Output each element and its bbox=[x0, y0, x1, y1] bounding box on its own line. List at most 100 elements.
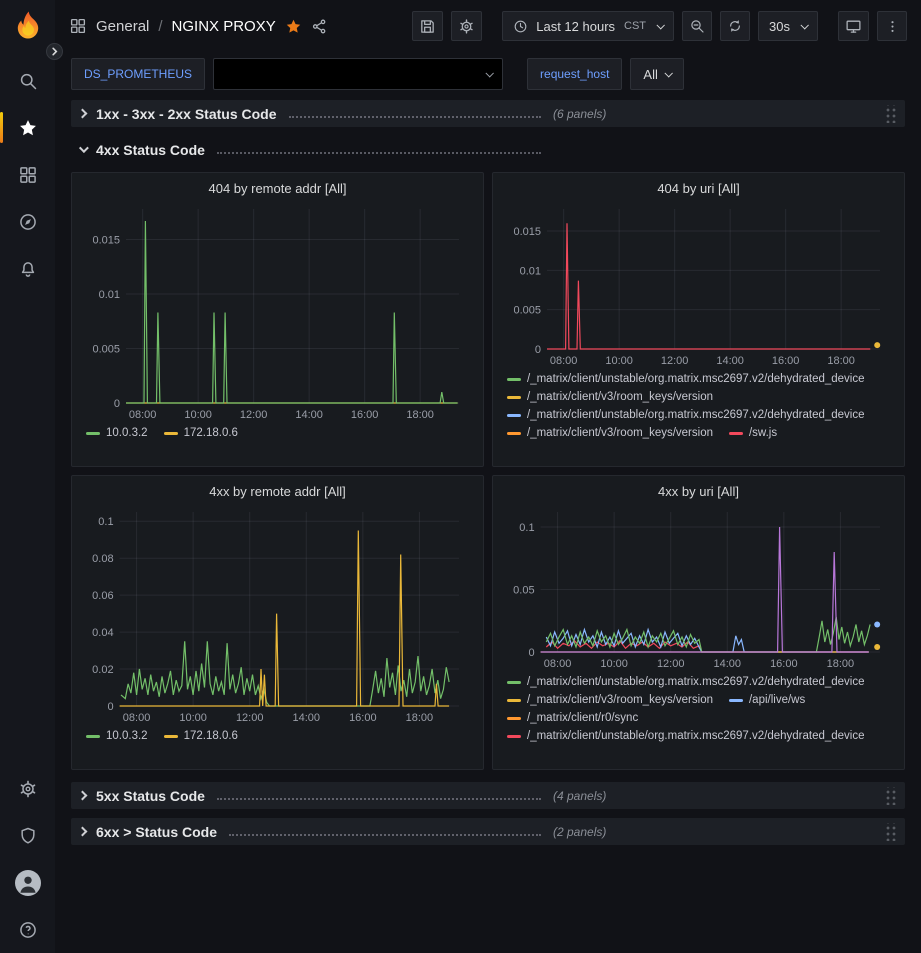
breadcrumb: General / NGINX PROXY bbox=[69, 17, 328, 35]
chevron-down-icon bbox=[656, 21, 664, 29]
dashboard-content: 1xx - 3xx - 2xx Status Code (6 panels) 4… bbox=[55, 96, 921, 845]
sidebar-item-starred[interactable] bbox=[0, 104, 55, 151]
sidebar-item-profile[interactable] bbox=[0, 859, 55, 906]
chart-4xx-by-remote-addr[interactable]: 00.020.040.060.080.108:0010:0012:0014:00… bbox=[82, 504, 473, 726]
legend-item[interactable]: /_matrix/client/v3/room_keys/version bbox=[507, 694, 713, 706]
legend-item[interactable]: /_matrix/client/unstable/org.matrix.msc2… bbox=[507, 373, 865, 385]
monitor-icon bbox=[845, 18, 862, 35]
svg-text:12:00: 12:00 bbox=[236, 712, 264, 724]
grafana-logo-icon[interactable] bbox=[11, 9, 45, 43]
row-panel-count: (4 panels) bbox=[553, 789, 606, 803]
chart-legend: /_matrix/client/unstable/org.matrix.msc2… bbox=[503, 369, 894, 439]
share-icon[interactable] bbox=[311, 18, 328, 35]
chart-svg: 00.0050.010.01508:0010:0012:0014:0016:00… bbox=[82, 201, 473, 423]
legend-label: /sw.js bbox=[749, 427, 777, 439]
row-5xx-status-code[interactable]: 5xx Status Code (4 panels) bbox=[71, 782, 905, 809]
favorite-star-icon[interactable] bbox=[285, 18, 302, 35]
row-drag-handle-icon[interactable] bbox=[884, 105, 897, 123]
sidebar-item-configuration[interactable] bbox=[0, 765, 55, 812]
svg-text:08:00: 08:00 bbox=[123, 712, 151, 724]
svg-text:16:00: 16:00 bbox=[770, 658, 798, 670]
chart-legend: 10.0.3.2 172.18.0.6 bbox=[82, 726, 473, 742]
panel-title[interactable]: 4xx by uri [All] bbox=[503, 480, 894, 504]
sidebar-item-search[interactable] bbox=[0, 57, 55, 104]
legend-item[interactable]: /sw.js bbox=[729, 427, 777, 439]
legend-item[interactable]: /_matrix/client/unstable/org.matrix.msc2… bbox=[507, 676, 865, 688]
svg-text:0.02: 0.02 bbox=[92, 664, 113, 676]
legend-item[interactable]: 172.18.0.6 bbox=[164, 730, 238, 742]
request-host-label[interactable]: request_host bbox=[527, 58, 622, 90]
sidebar-item-help[interactable] bbox=[0, 906, 55, 953]
sidebar-item-alerting[interactable] bbox=[0, 245, 55, 292]
svg-text:0.01: 0.01 bbox=[99, 289, 120, 301]
header: General / NGINX PROXY bbox=[55, 0, 921, 52]
legend-item[interactable]: /_matrix/client/v3/room_keys/version bbox=[507, 391, 713, 403]
chart-404-by-uri[interactable]: 00.0050.010.01508:0010:0012:0014:0016:00… bbox=[503, 201, 894, 369]
panel-title[interactable]: 404 by remote addr [All] bbox=[82, 177, 473, 201]
legend-item[interactable]: 10.0.3.2 bbox=[86, 427, 148, 439]
refresh-button[interactable] bbox=[720, 11, 750, 41]
legend-item[interactable]: 10.0.3.2 bbox=[86, 730, 148, 742]
row-1xx-3xx-2xx-status-code[interactable]: 1xx - 3xx - 2xx Status Code (6 panels) bbox=[71, 100, 905, 127]
zoom-out-button[interactable] bbox=[682, 11, 712, 41]
refresh-icon bbox=[727, 18, 743, 34]
chart-svg: 00.0050.010.01508:0010:0012:0014:0016:00… bbox=[503, 201, 894, 369]
request-host-value-dropdown[interactable]: All bbox=[630, 58, 683, 90]
kebab-menu-button[interactable] bbox=[877, 11, 907, 41]
row-title: 5xx Status Code bbox=[96, 788, 205, 804]
legend-color-swatch bbox=[86, 432, 100, 435]
tv-mode-button[interactable] bbox=[838, 11, 869, 41]
save-icon bbox=[419, 18, 436, 35]
gear-icon bbox=[18, 779, 38, 799]
breadcrumb-separator: / bbox=[158, 18, 162, 35]
legend-item[interactable]: /_matrix/client/unstable/org.matrix.msc2… bbox=[507, 730, 865, 742]
save-dashboard-button[interactable] bbox=[412, 11, 443, 41]
svg-text:08:00: 08:00 bbox=[550, 355, 578, 367]
dashboard-title[interactable]: NGINX PROXY bbox=[172, 18, 276, 35]
row-drag-handle-icon[interactable] bbox=[884, 823, 897, 841]
chevron-down-icon bbox=[800, 21, 808, 29]
svg-text:0.08: 0.08 bbox=[92, 553, 113, 565]
sidebar-item-explore[interactable] bbox=[0, 198, 55, 245]
sidebar-item-server-admin[interactable] bbox=[0, 812, 55, 859]
header-actions: Last 12 hours CST bbox=[412, 11, 907, 41]
legend-label: /_matrix/client/unstable/org.matrix.msc2… bbox=[527, 676, 865, 688]
row-6xx-status-code[interactable]: 6xx > Status Code (2 panels) bbox=[71, 818, 905, 845]
row-title: 1xx - 3xx - 2xx Status Code bbox=[96, 106, 277, 122]
row-drag-handle-icon[interactable] bbox=[884, 787, 897, 805]
panel-title[interactable]: 404 by uri [All] bbox=[503, 177, 894, 201]
legend-item[interactable]: /api/live/ws bbox=[729, 694, 805, 706]
dashboard-settings-button[interactable] bbox=[451, 11, 482, 41]
legend-item[interactable]: /_matrix/client/r0/sync bbox=[507, 712, 638, 724]
svg-text:18:00: 18:00 bbox=[827, 355, 855, 367]
sidebar bbox=[0, 0, 55, 953]
legend-color-swatch bbox=[507, 717, 521, 720]
host-variable-select[interactable] bbox=[213, 58, 503, 90]
svg-text:0.1: 0.1 bbox=[519, 522, 534, 534]
panel-title[interactable]: 4xx by remote addr [All] bbox=[82, 480, 473, 504]
row-dotted-leader bbox=[229, 834, 541, 836]
sidebar-item-dashboards[interactable] bbox=[0, 151, 55, 198]
chart-4xx-by-uri[interactable]: 00.050.108:0010:0012:0014:0016:0018:00 bbox=[503, 504, 894, 672]
panel-4xx-by-uri: 4xx by uri [All] 00.050.108:0010:0012:00… bbox=[492, 475, 905, 770]
legend-item[interactable]: /_matrix/client/v3/room_keys/version bbox=[507, 427, 713, 439]
sidebar-expand-button[interactable] bbox=[46, 43, 63, 60]
search-icon bbox=[18, 71, 38, 91]
legend-color-swatch bbox=[86, 735, 100, 738]
svg-text:16:00: 16:00 bbox=[772, 355, 800, 367]
breadcrumb-section[interactable]: General bbox=[96, 18, 149, 35]
refresh-interval-dropdown[interactable]: 30s bbox=[758, 11, 818, 41]
time-range-picker[interactable]: Last 12 hours CST bbox=[502, 11, 674, 41]
svg-text:10:00: 10:00 bbox=[184, 409, 212, 421]
variable-ds-prometheus-label[interactable]: DS_PROMETHEUS bbox=[71, 58, 205, 90]
legend-item[interactable]: /_matrix/client/unstable/org.matrix.msc2… bbox=[507, 409, 865, 421]
series-line bbox=[546, 617, 870, 652]
time-range-label: Last 12 hours bbox=[536, 19, 615, 34]
legend-label: /_matrix/client/unstable/org.matrix.msc2… bbox=[527, 373, 865, 385]
row-4xx-status-code[interactable]: 4xx Status Code bbox=[71, 136, 905, 163]
svg-text:0.005: 0.005 bbox=[513, 305, 541, 317]
svg-text:12:00: 12:00 bbox=[661, 355, 689, 367]
svg-text:18:00: 18:00 bbox=[827, 658, 855, 670]
chart-404-by-remote-addr[interactable]: 00.0050.010.01508:0010:0012:0014:0016:00… bbox=[82, 201, 473, 423]
legend-item[interactable]: 172.18.0.6 bbox=[164, 427, 238, 439]
